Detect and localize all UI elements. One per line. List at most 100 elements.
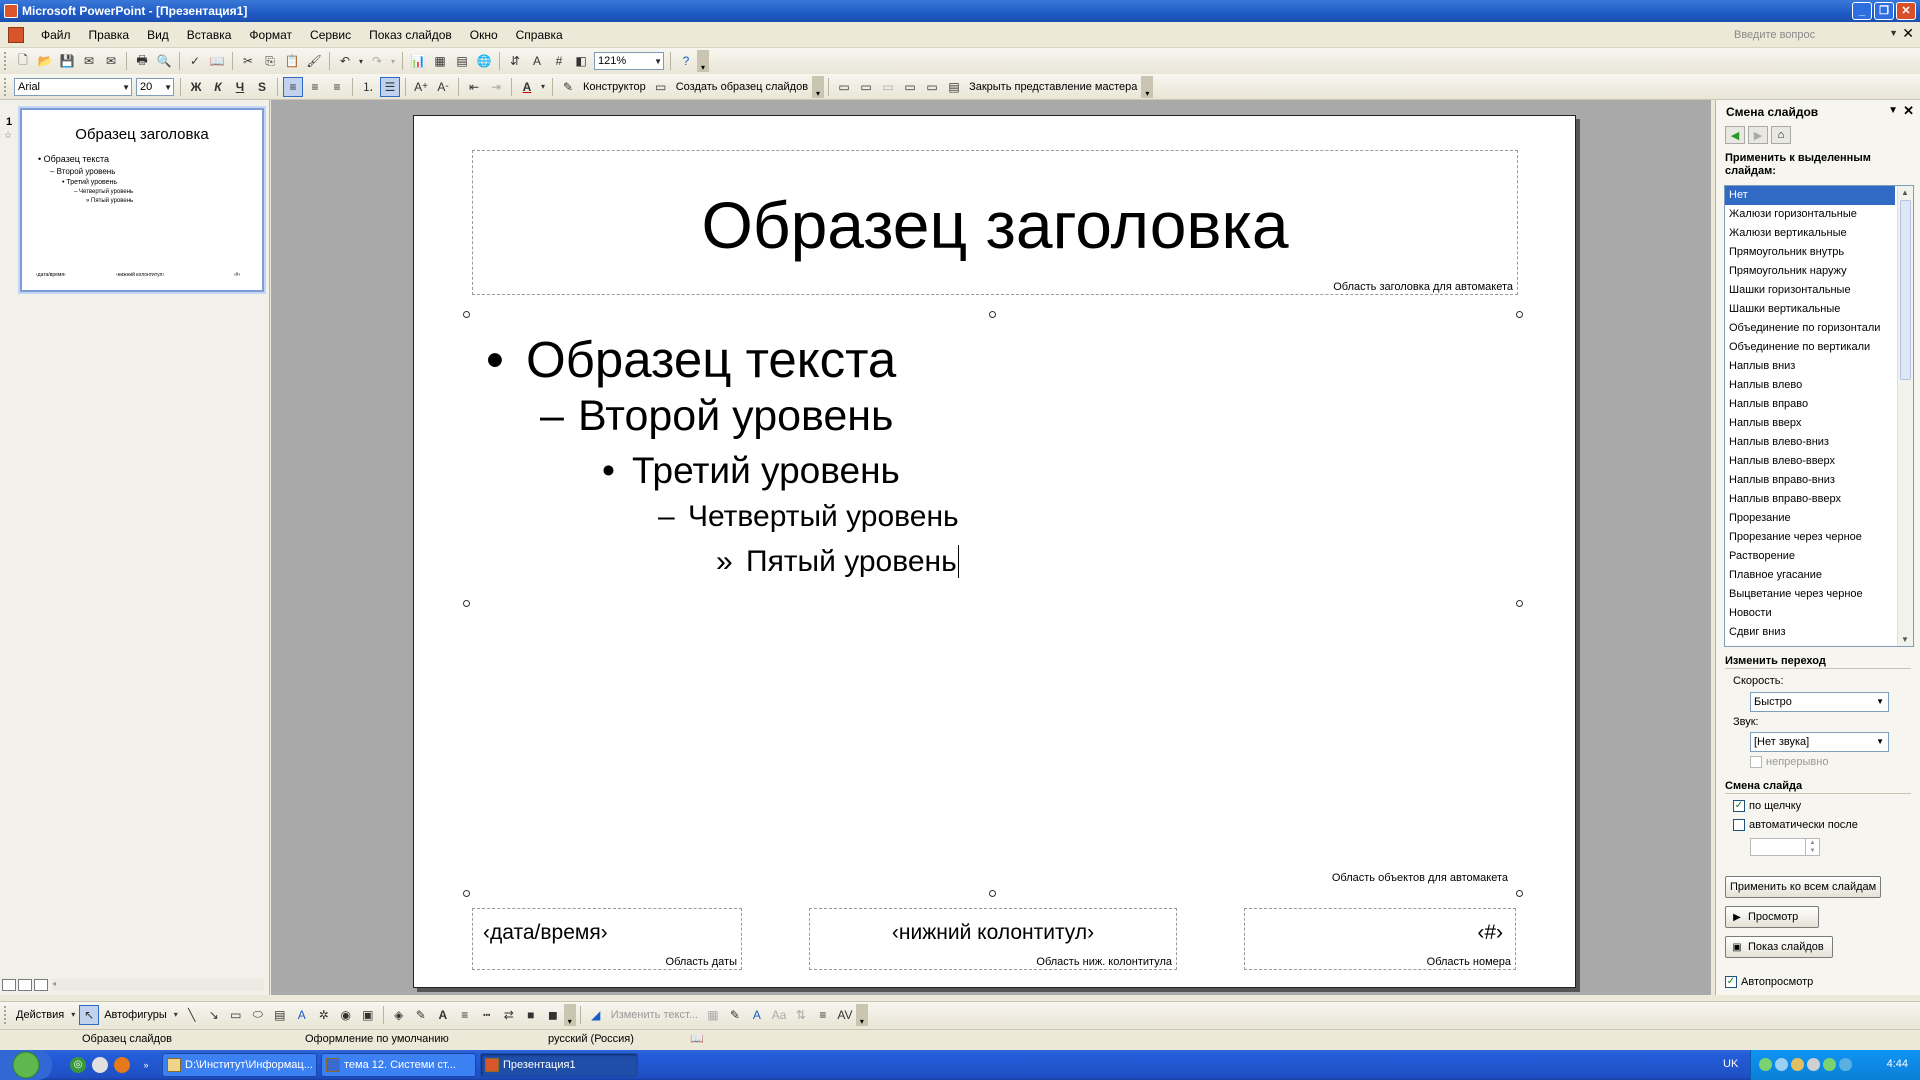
resize-handle[interactable] xyxy=(989,890,996,897)
shadow-style-icon[interactable]: ■ xyxy=(521,1005,541,1025)
designer-button[interactable]: Конструктор xyxy=(579,81,650,93)
help-icon[interactable]: ? xyxy=(676,51,696,71)
dropdown-icon[interactable]: ▾ xyxy=(69,1005,77,1025)
create-master-button[interactable]: Создать образец слайдов xyxy=(672,81,812,93)
toolbar-options-icon[interactable]: ▾ xyxy=(855,1003,868,1026)
list-item[interactable]: Прямоугольник внутрь xyxy=(1725,243,1895,262)
print-icon[interactable]: 🖶 xyxy=(132,51,152,71)
expand-all-icon[interactable]: ⇵ xyxy=(505,51,525,71)
toolbar-options-icon[interactable]: ▾ xyxy=(563,1003,576,1026)
ask-question-input[interactable]: Введите вопрос xyxy=(1734,26,1884,44)
permission-icon[interactable]: ✉ xyxy=(79,51,99,71)
toolbar-options-icon[interactable]: ▾ xyxy=(1141,75,1154,98)
list-item[interactable]: Шашки горизонтальные xyxy=(1725,281,1895,300)
taskbar-button[interactable]: D:\Институт\Информац... xyxy=(162,1053,317,1077)
select-objects-icon[interactable]: ↖ xyxy=(79,1004,100,1025)
preview-button[interactable]: ▶ Просмотр xyxy=(1725,906,1819,928)
toolbar-options-icon[interactable]: ▾ xyxy=(812,75,825,98)
footer-placeholder[interactable]: ‹нижний колонтитул› Область ниж. колонти… xyxy=(809,908,1177,970)
list-item[interactable]: Жалюзи вертикальные xyxy=(1725,224,1895,243)
new-icon[interactable]: 🗋 xyxy=(13,51,33,71)
rename-master-icon[interactable]: ▭ xyxy=(922,77,942,97)
align-left-icon[interactable]: ≡ xyxy=(283,76,303,97)
fill-color-icon[interactable]: ◈ xyxy=(389,1005,409,1025)
list-item[interactable]: Прорезание xyxy=(1725,509,1895,528)
insert-new-master-icon[interactable]: ▭ xyxy=(834,77,854,97)
oval-icon[interactable]: ⬭ xyxy=(248,1005,268,1025)
list-item[interactable]: Выцветание через черное xyxy=(1725,585,1895,604)
tray-icon[interactable] xyxy=(1823,1058,1836,1071)
on-click-checkbox[interactable]: ✓ xyxy=(1733,800,1745,812)
tray-icon[interactable] xyxy=(1775,1058,1788,1071)
list-item[interactable]: Объединение по вертикали xyxy=(1725,338,1895,357)
close-document-icon[interactable]: ✕ xyxy=(1902,25,1914,42)
slideshow-button[interactable]: ▣ Показ слайдов xyxy=(1725,936,1833,958)
normal-view-icon[interactable] xyxy=(2,979,16,991)
numbering-icon[interactable]: ⒈ xyxy=(358,77,378,97)
preserve-master-icon[interactable]: ▭ xyxy=(900,77,920,97)
color-grayscale-icon[interactable]: ◧ xyxy=(571,51,591,71)
undo-icon[interactable]: ↶ xyxy=(335,51,355,71)
list-item[interactable]: Прорезание через черное xyxy=(1725,528,1895,547)
auto-advance-checkbox[interactable] xyxy=(1733,819,1745,831)
loop-checkbox[interactable] xyxy=(1750,756,1762,768)
speed-select[interactable]: Быстро ▼ xyxy=(1750,692,1889,712)
list-item[interactable]: Наплыв вниз xyxy=(1725,357,1895,376)
print-preview-icon[interactable]: 🔍 xyxy=(154,51,174,71)
title-placeholder[interactable]: Образец заголовка Область заголовка для … xyxy=(472,150,1518,295)
insert-chart-icon[interactable]: 📊 xyxy=(408,51,428,71)
3d-style-icon[interactable]: ◼ xyxy=(543,1005,563,1025)
align-right-icon[interactable]: ≡ xyxy=(327,77,347,97)
open-icon[interactable]: 📂 xyxy=(35,51,55,71)
menu-view[interactable]: Вид xyxy=(138,22,178,48)
undo-dropdown-icon[interactable]: ▾ xyxy=(357,51,365,71)
arrow-icon[interactable]: ↘ xyxy=(204,1005,224,1025)
toolbar-options-icon[interactable]: ▾ xyxy=(697,50,709,72)
body-placeholder[interactable]: • Образец текста – Второй уровень • Третий … xyxy=(472,320,1514,888)
apply-all-button[interactable]: Применить ко всем слайдам xyxy=(1725,876,1882,898)
insert-title-master-icon[interactable]: ▭ xyxy=(856,77,876,97)
actions-menu[interactable]: Действия xyxy=(12,1009,68,1021)
close-icon[interactable]: ✕ xyxy=(1903,103,1914,119)
align-center-icon[interactable]: ≡ xyxy=(305,77,325,97)
close-window-button[interactable]: ✕ xyxy=(1896,2,1916,20)
font-color-dropdown-icon[interactable]: ▾ xyxy=(539,77,547,97)
tray-icon[interactable] xyxy=(1791,1058,1804,1071)
bold-button[interactable]: Ж xyxy=(186,77,206,97)
underline-button[interactable]: Ч xyxy=(230,77,250,97)
save-icon[interactable]: 💾 xyxy=(57,51,77,71)
menu-file[interactable]: Файл xyxy=(32,22,80,48)
line-icon[interactable]: ╲ xyxy=(182,1005,202,1025)
toolbar-grip[interactable] xyxy=(4,1005,8,1024)
zoom-combo[interactable]: 121% ▼ xyxy=(594,52,664,70)
wordart-gallery-icon[interactable]: ▦ xyxy=(703,1005,723,1025)
taskbar-button-active[interactable]: Презентация1 xyxy=(480,1053,638,1077)
show-formatting-icon[interactable]: A xyxy=(527,51,547,71)
toolbar-grip[interactable] xyxy=(4,52,8,70)
sorter-view-icon[interactable] xyxy=(18,979,32,991)
list-item[interactable]: Наплыв вправо xyxy=(1725,395,1895,414)
master-layout-icon[interactable]: ▤ xyxy=(944,77,964,97)
textbox-icon[interactable]: ▤ xyxy=(270,1005,290,1025)
alignment-icon[interactable]: ≡ xyxy=(813,1005,833,1025)
scroll-down-icon[interactable]: ▼ xyxy=(1901,635,1909,644)
insert-table-icon[interactable]: ▦ xyxy=(430,51,450,71)
line-style-icon[interactable]: ≡ xyxy=(455,1005,475,1025)
menu-format[interactable]: Формат xyxy=(240,22,301,48)
list-item[interactable]: Наплыв вверх xyxy=(1725,414,1895,433)
number-placeholder[interactable]: ‹#› Область номера xyxy=(1244,908,1516,970)
arrow-style-icon[interactable]: ⇄ xyxy=(499,1005,519,1025)
start-button[interactable] xyxy=(0,1050,52,1080)
slideshow-view-icon[interactable] xyxy=(34,979,48,991)
autopreview-checkbox[interactable]: ✓ xyxy=(1725,976,1737,988)
font-color-icon[interactable]: A xyxy=(433,1005,453,1025)
wordart-insert-icon[interactable]: ◢ xyxy=(586,1005,606,1025)
wordart-shape-icon[interactable]: A xyxy=(747,1005,767,1025)
wordart-icon[interactable]: A xyxy=(292,1005,312,1025)
bullets-icon[interactable]: ☰ xyxy=(380,76,400,97)
delete-master-icon[interactable]: ▭ xyxy=(878,77,898,97)
sound-select[interactable]: [Нет звука] ▼ xyxy=(1750,732,1889,752)
list-item[interactable]: Наплыв влево-вверх xyxy=(1725,452,1895,471)
toolbar-grip[interactable] xyxy=(4,77,8,96)
rectangle-icon[interactable]: ▭ xyxy=(226,1005,246,1025)
